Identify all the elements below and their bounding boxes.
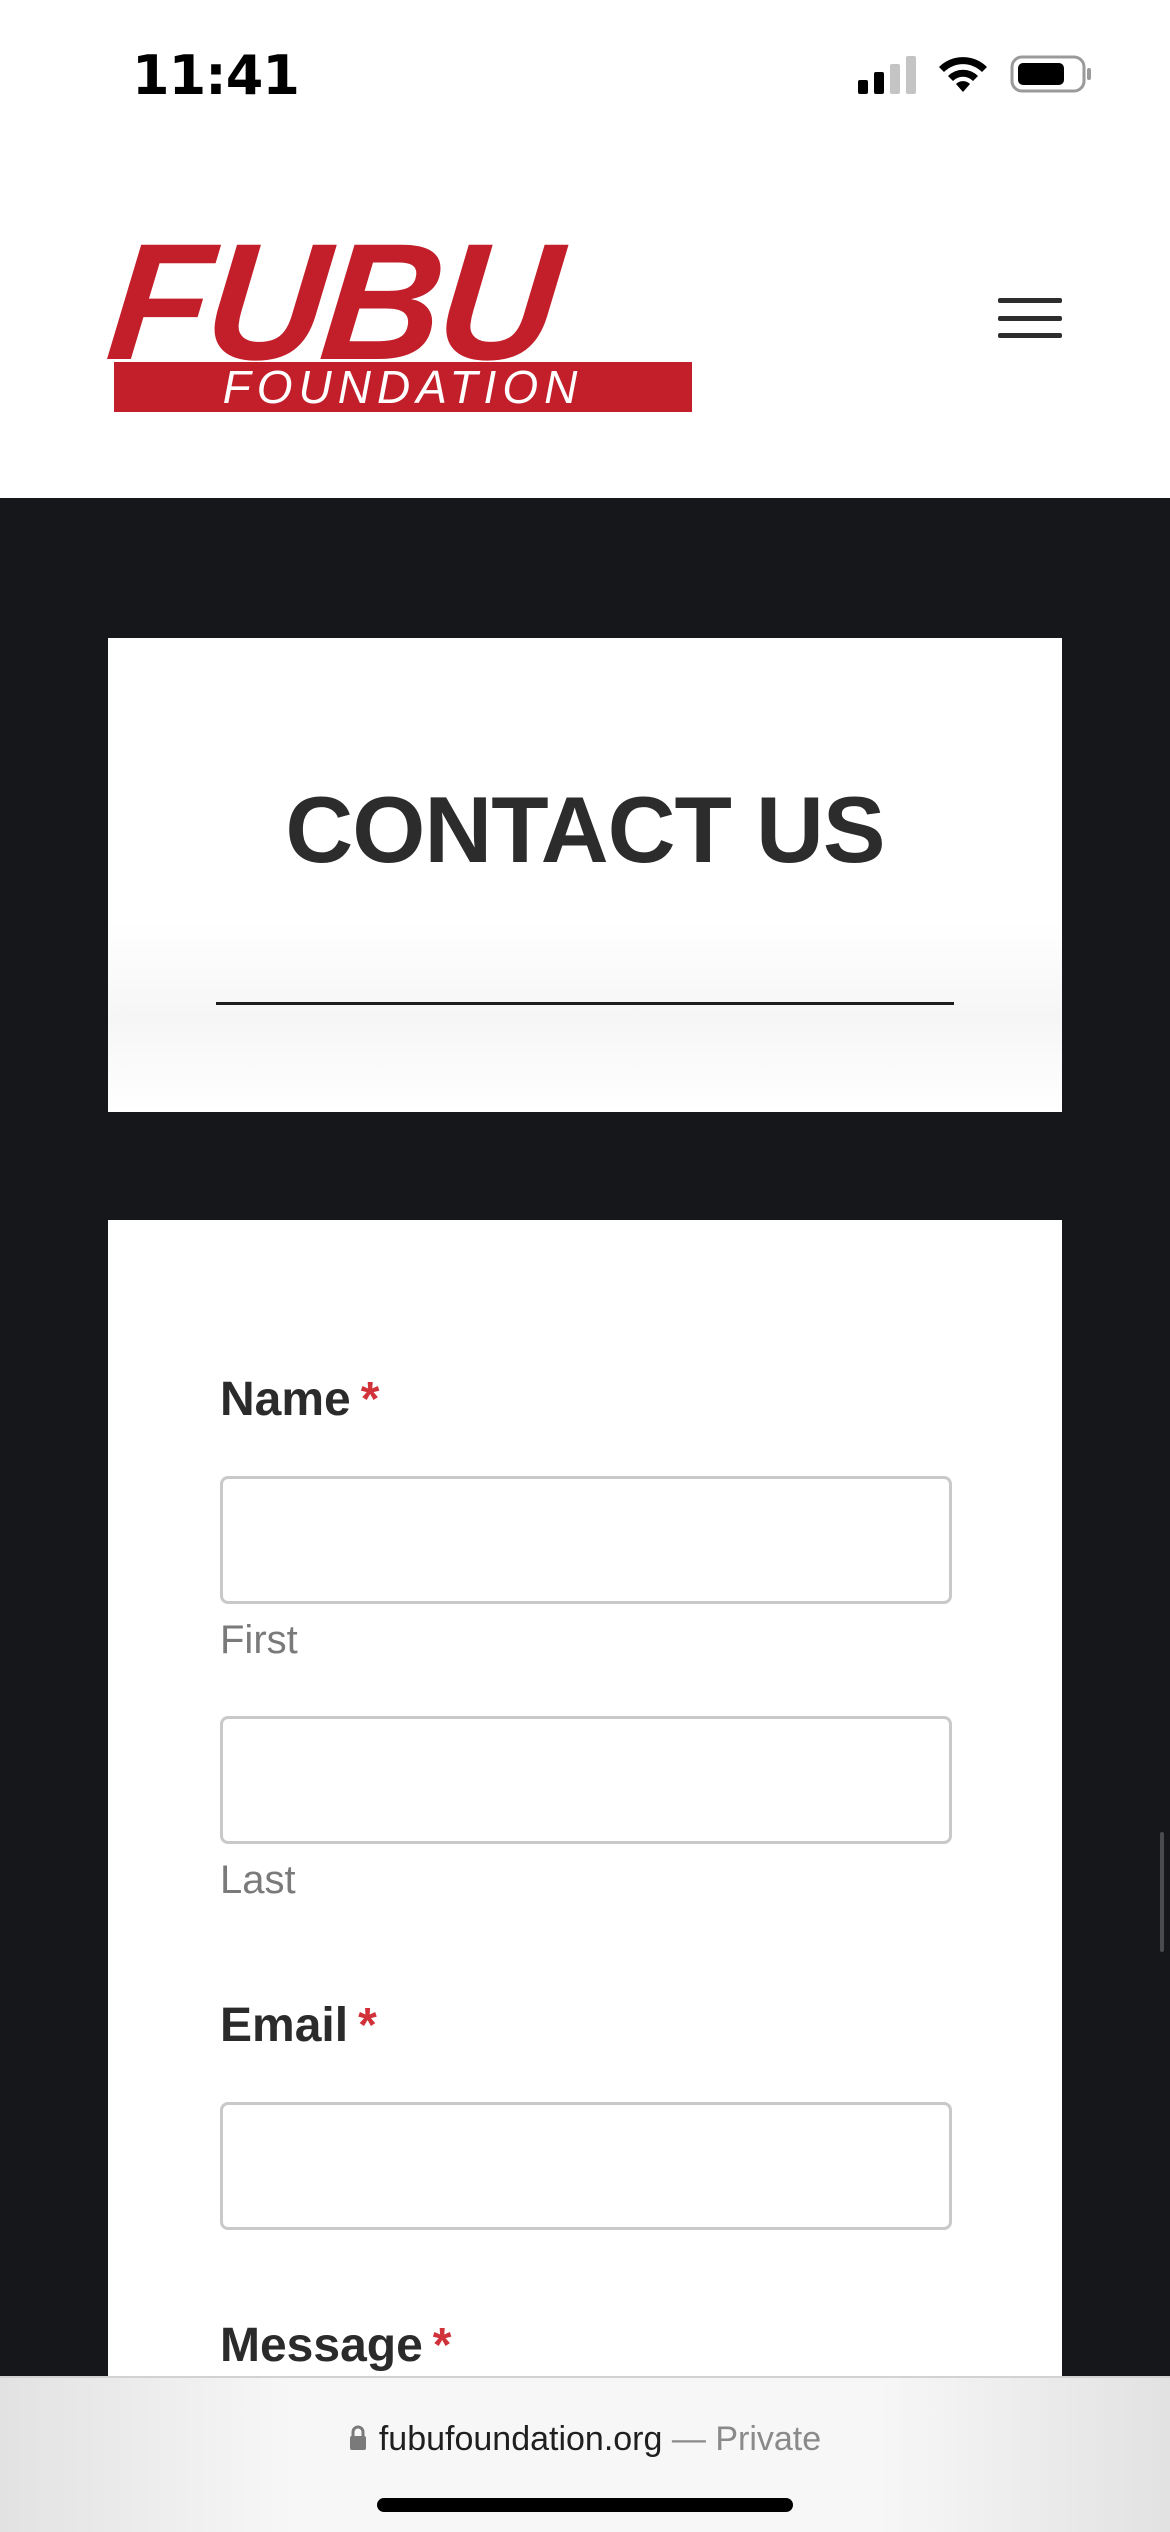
site-header: FUBU FOUNDATION: [0, 150, 1170, 498]
hamburger-menu-icon[interactable]: [992, 290, 1068, 346]
scrollbar-thumb[interactable]: [1160, 1832, 1164, 1952]
privacy-status: Private: [715, 2420, 822, 2458]
contact-form: Name * First Last Email * Message *: [108, 1220, 1062, 2380]
name-label: Name *: [220, 1373, 380, 1426]
first-sublabel: First: [220, 1618, 298, 1662]
status-time: 11:41: [132, 44, 300, 107]
message-label: Message *: [220, 2319, 452, 2372]
url-separator: —: [662, 2420, 716, 2458]
fubu-foundation-logo[interactable]: FUBU FOUNDATION: [100, 210, 720, 420]
email-input[interactable]: [220, 2102, 952, 2230]
url-domain: fubufoundation.org: [378, 2420, 663, 2458]
email-label: Email *: [220, 1999, 377, 2052]
lock-icon: [349, 2425, 366, 2451]
required-mark: *: [358, 1999, 377, 2052]
title-divider: [216, 1002, 954, 1005]
status-icons: [858, 54, 1092, 94]
browser-address-bar[interactable]: fubufoundation.org — Private: [0, 2376, 1170, 2532]
last-name-input[interactable]: [220, 1716, 952, 1844]
home-indicator[interactable]: [377, 2498, 793, 2512]
cellular-signal-icon: [858, 54, 916, 94]
last-sublabel: Last: [220, 1858, 296, 1902]
logo-band: FOUNDATION: [114, 361, 692, 413]
status-bar: 11:41: [0, 0, 1170, 150]
required-mark: *: [360, 1373, 380, 1426]
required-mark: *: [432, 2319, 452, 2372]
url-display[interactable]: fubufoundation.org — Private: [0, 2420, 1170, 2459]
first-name-input[interactable]: [220, 1476, 952, 1604]
page-title: CONTACT US: [285, 777, 885, 882]
logo-subtitle: FOUNDATION: [222, 361, 584, 413]
wifi-icon: [939, 57, 987, 92]
contact-title-card: CONTACT US: [108, 638, 1062, 1112]
battery-icon: [1010, 55, 1091, 93]
